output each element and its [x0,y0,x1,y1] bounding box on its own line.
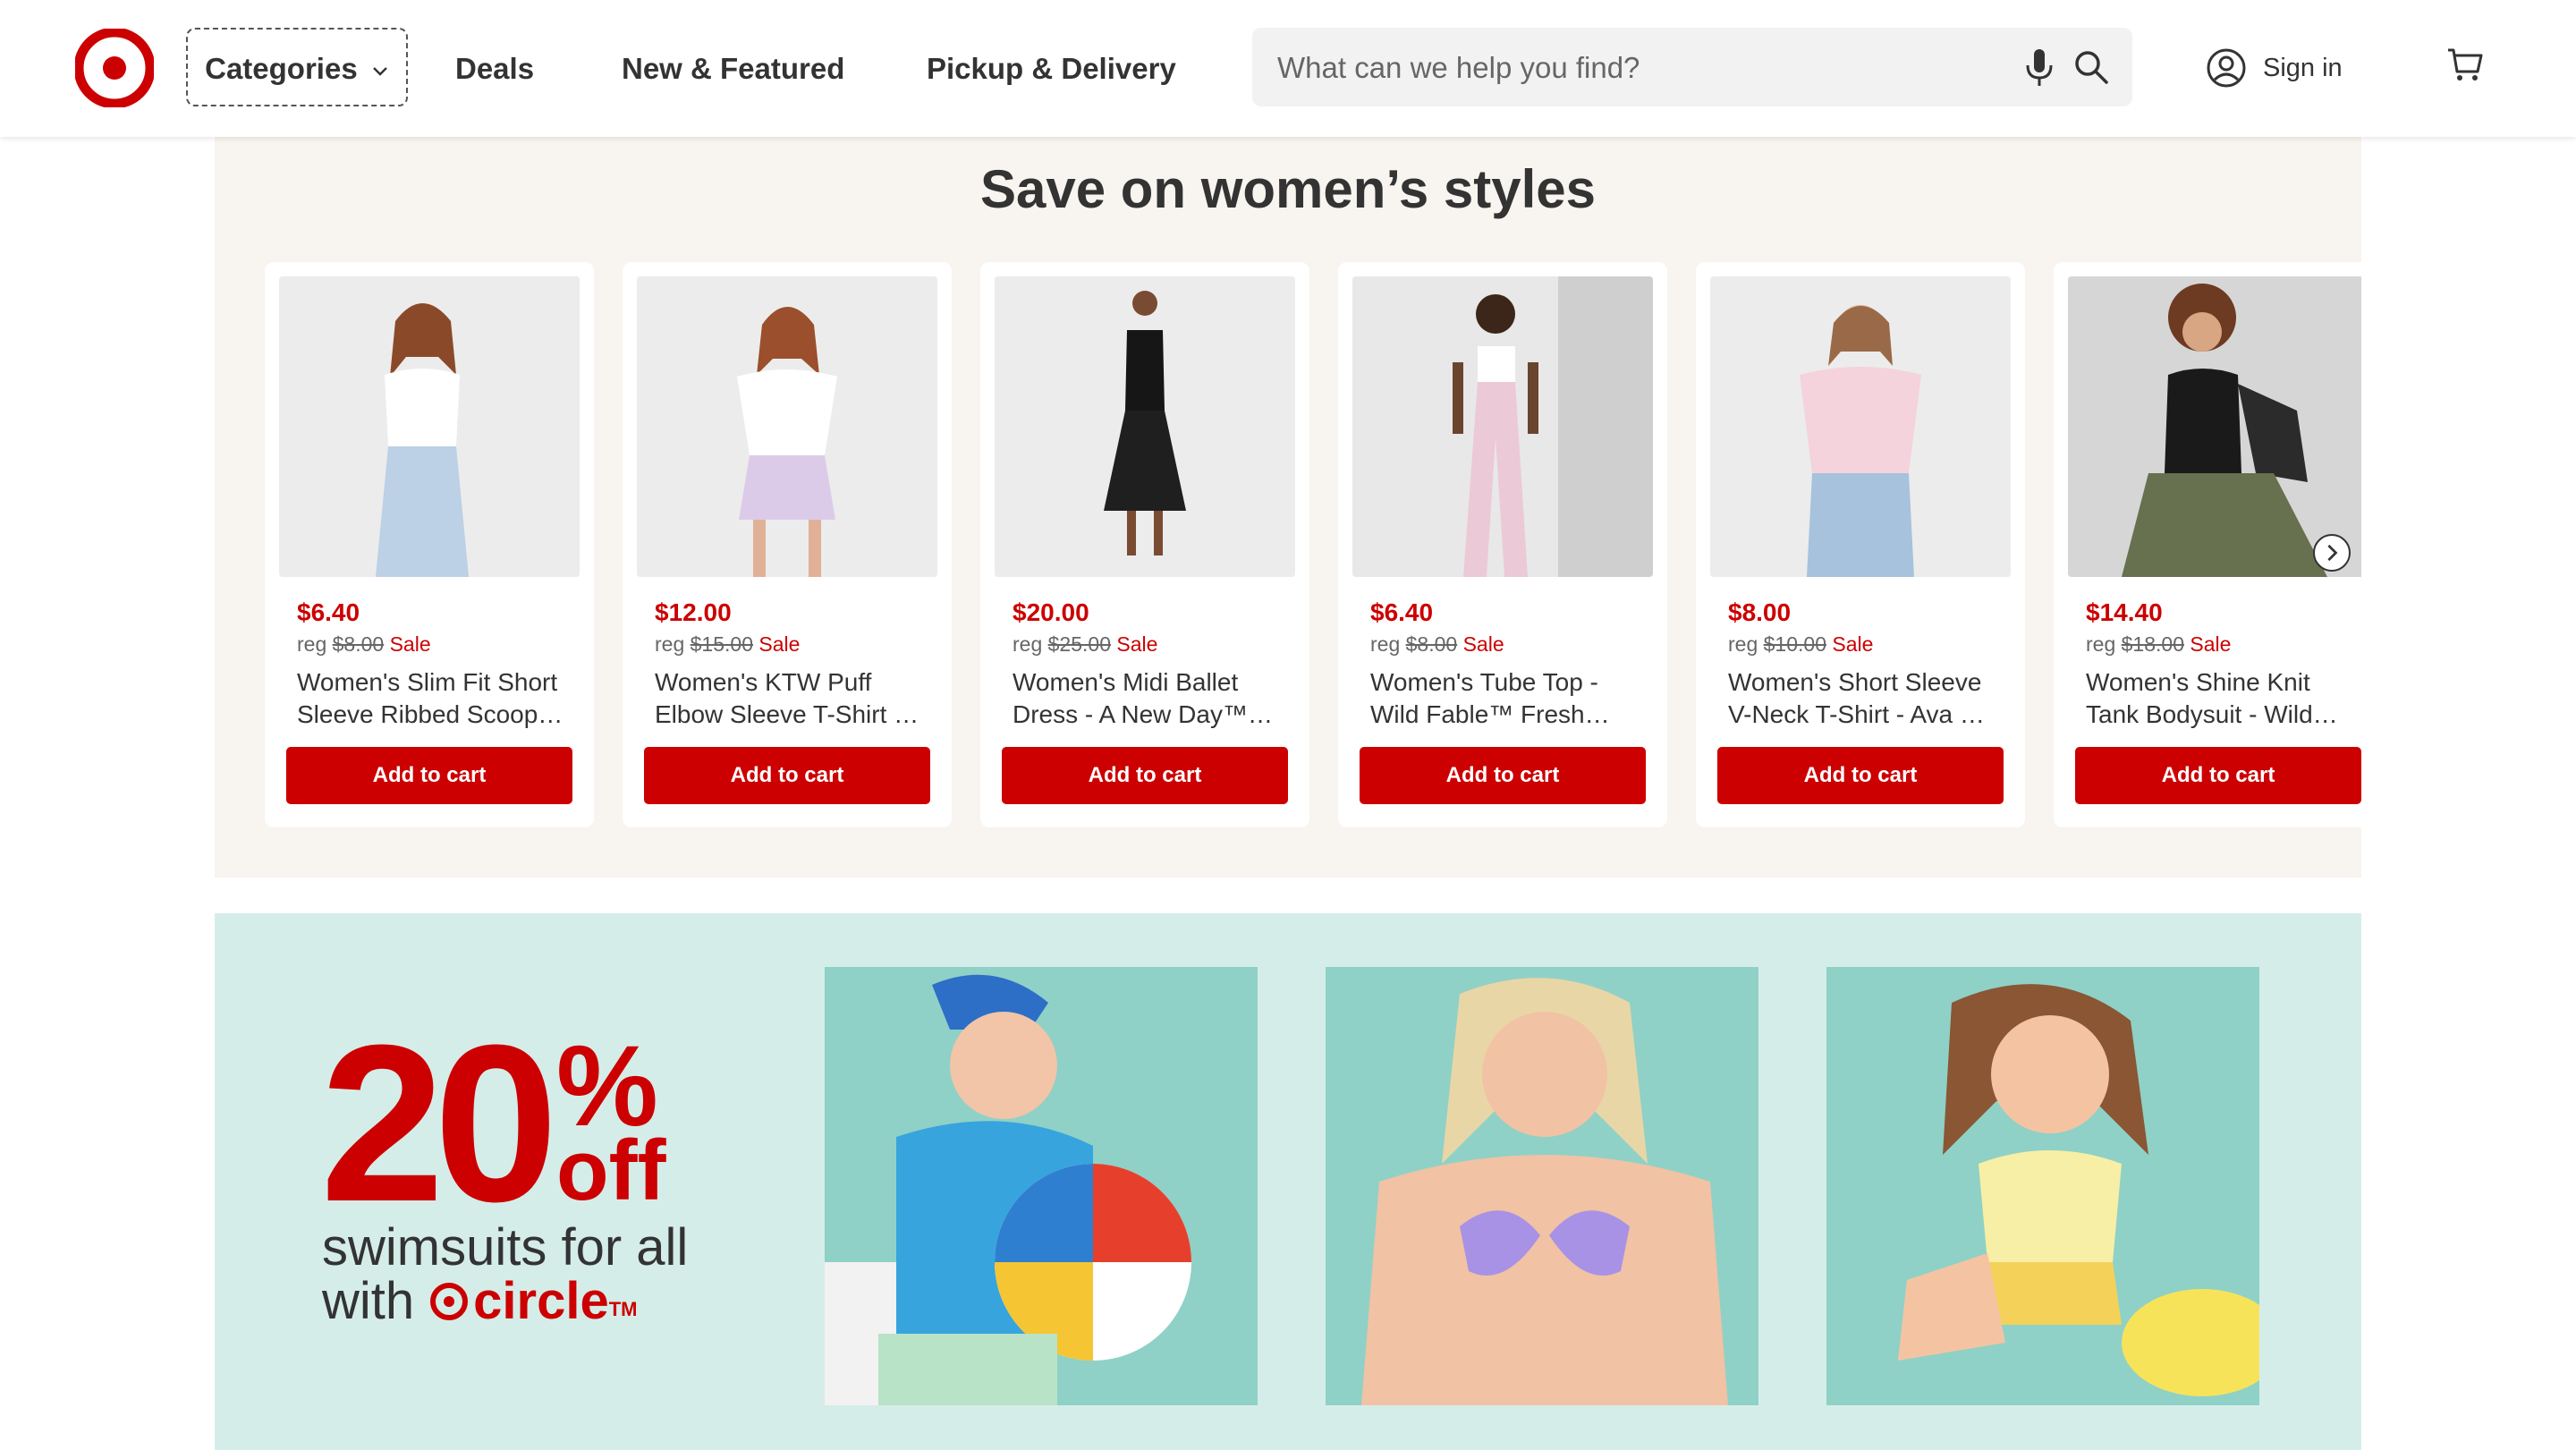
chevron-down-icon [373,67,387,76]
product-title[interactable]: Women's Slim Fit Short Sleeve Ribbed Sco… [297,666,565,731]
product-image[interactable] [279,276,580,577]
target-logo-icon[interactable] [75,29,154,107]
site-header: Categories Deals New & Featured Pickup &… [0,0,2576,137]
product-card[interactable]: $20.00 reg $25.00 Sale Women's Midi Ball… [980,262,1309,827]
regular-price: reg $15.00 Sale [655,632,801,656]
product-card[interactable]: $8.00 reg $10.00 Sale Women's Short Slee… [1696,262,2025,827]
regular-price: reg $25.00 Sale [1013,632,1158,656]
sign-in-label: Sign in [2263,53,2343,82]
product-title[interactable]: Women's Short Sleeve V-Neck T-Shirt - Av… [1728,666,1996,731]
product-image[interactable] [1352,276,1653,577]
promo-image-kids-boy[interactable] [825,967,1258,1405]
product-image[interactable] [2068,276,2361,577]
promo-off-label: off [556,1123,666,1218]
nav-deals[interactable]: Deals [455,38,534,100]
add-to-cart-button[interactable]: Add to cart [286,747,572,804]
regular-price: reg $18.00 Sale [2086,632,2232,656]
cart-icon[interactable] [2445,45,2485,84]
sale-price: $8.00 [1728,598,1792,626]
search-bar [1252,28,2132,108]
women-styles-section: Save on women’s styles $6.40 reg $8.00 S… [215,137,2361,878]
nav-new-featured[interactable]: New & Featured [622,38,844,100]
add-to-cart-button[interactable]: Add to cart [1717,747,2004,804]
promo-line-2: with circle TM [322,1271,638,1331]
nav-categories[interactable]: Categories [186,28,408,106]
account-icon [2207,48,2246,88]
promo-image-kids-girl[interactable] [1826,967,2259,1405]
add-to-cart-button[interactable]: Add to cart [1360,747,1646,804]
product-card[interactable]: $12.00 reg $15.00 Sale Women's KTW Puff … [623,262,952,827]
regular-price: reg $8.00 Sale [297,632,431,656]
product-title[interactable]: Women's KTW Puff Elbow Sleeve T-Shirt - … [655,666,923,731]
section-title: Save on women’s styles [979,159,1597,219]
product-card[interactable]: $6.40 reg $8.00 Sale Women's Slim Fit Sh… [265,262,594,827]
circle-brand: circle TM [428,1271,638,1331]
sale-price: $20.00 [1013,598,1089,626]
add-to-cart-button[interactable]: Add to cart [644,747,930,804]
search-icon[interactable] [2072,47,2111,87]
nav-pickup-delivery[interactable]: Pickup & Delivery [927,38,1176,100]
sign-in-button[interactable]: Sign in [2206,39,2343,97]
product-title[interactable]: Women's Tube Top - Wild Fable™ Fresh Whi… [1370,666,1639,731]
regular-price: reg $8.00 Sale [1370,632,1504,656]
product-image[interactable] [995,276,1295,577]
sale-price: $12.00 [655,598,732,626]
target-bullseye-icon [430,1282,469,1320]
promo-image-women[interactable] [1326,967,1758,1405]
product-title[interactable]: Women's Shine Knit Tank Bodysuit - Wild … [2086,666,2354,731]
search-input[interactable] [1275,28,1995,108]
nav-categories-label: Categories [205,52,358,85]
promo-line-1: swimsuits for all [322,1218,689,1276]
sale-price: $6.40 [297,598,360,626]
promo-with-label: with [322,1272,415,1330]
product-title[interactable]: Women's Midi Ballet Dress - A New Day™ B… [1013,666,1281,731]
product-image[interactable] [637,276,937,577]
regular-price: reg $10.00 Sale [1728,632,1874,656]
sale-price: $6.40 [1370,598,1434,626]
carousel-next-icon[interactable] [2313,534,2351,572]
product-image[interactable] [1710,276,2011,577]
promo-percent-number: 20 [320,998,558,1248]
microphone-icon[interactable] [2018,46,2061,89]
sale-price: $14.40 [2086,598,2163,626]
add-to-cart-button[interactable]: Add to cart [1002,747,1288,804]
product-card[interactable]: $6.40 reg $8.00 Sale Women's Tube Top - … [1338,262,1667,827]
add-to-cart-button[interactable]: Add to cart [2075,747,2361,804]
swim-promo-banner[interactable]: 20 % off swimsuits for all with circle T… [215,913,2361,1450]
